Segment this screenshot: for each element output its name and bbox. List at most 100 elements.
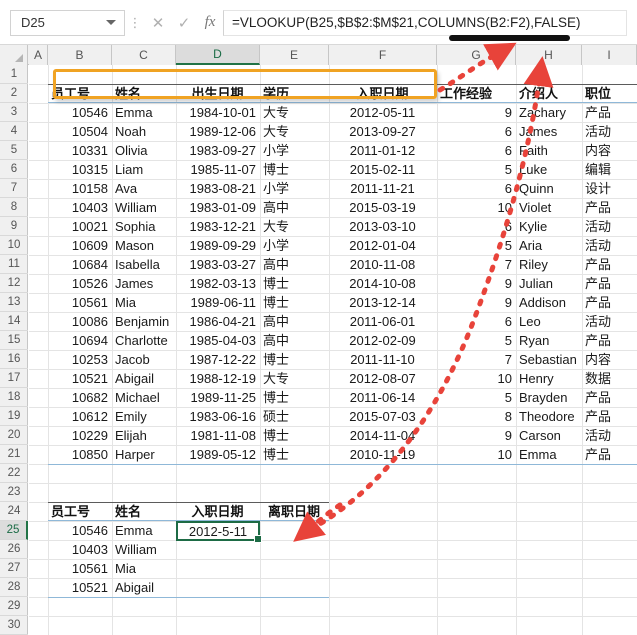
main-cell-pos-12[interactable]: 产品 xyxy=(585,274,633,293)
main-cell-name-20[interactable]: Elijah xyxy=(115,426,172,445)
main-cell-exp-21[interactable]: 10 xyxy=(440,445,512,464)
row-header-9[interactable]: 9 xyxy=(0,217,28,236)
row-header-28[interactable]: 28 xyxy=(0,578,28,597)
main-cell-edu-18[interactable]: 博士 xyxy=(263,388,325,407)
row-header-26[interactable]: 26 xyxy=(0,540,28,559)
column-header-i[interactable]: I xyxy=(582,45,637,65)
main-cell-exp-18[interactable]: 5 xyxy=(440,388,512,407)
main-cell-birth-12[interactable]: 1982-03-13 xyxy=(179,274,256,293)
cell-area[interactable]: 员工号姓名出生日期学历入职日期工作经验介绍人职位10546Emma1984-10… xyxy=(29,65,637,635)
main-cell-ref-9[interactable]: Kylie xyxy=(519,217,578,236)
row-header-13[interactable]: 13 xyxy=(0,293,28,312)
row-header-3[interactable]: 3 xyxy=(0,103,28,122)
main-cell-ref-8[interactable]: Violet xyxy=(519,198,578,217)
main-cell-ref-12[interactable]: Julian xyxy=(519,274,578,293)
main-cell-pos-10[interactable]: 活动 xyxy=(585,236,633,255)
close-icon[interactable]: ✕ xyxy=(145,10,171,36)
lookup-header-0[interactable]: 员工号 xyxy=(51,502,108,521)
name-box[interactable]: D25 xyxy=(10,10,125,36)
row-header-11[interactable]: 11 xyxy=(0,255,28,274)
main-cell-name-7[interactable]: Ava xyxy=(115,179,172,198)
main-cell-id-4[interactable]: 10504 xyxy=(51,122,108,141)
main-cell-edu-4[interactable]: 大专 xyxy=(263,122,325,141)
main-cell-name-9[interactable]: Sophia xyxy=(115,217,172,236)
main-cell-hire-20[interactable]: 2014-11-04 xyxy=(332,426,433,445)
main-cell-ref-16[interactable]: Sebastian xyxy=(519,350,578,369)
main-cell-pos-13[interactable]: 产品 xyxy=(585,293,633,312)
row-header-18[interactable]: 18 xyxy=(0,388,28,407)
main-cell-id-10[interactable]: 10609 xyxy=(51,236,108,255)
main-cell-hire-8[interactable]: 2015-03-19 xyxy=(332,198,433,217)
main-cell-name-21[interactable]: Harper xyxy=(115,445,172,464)
main-cell-pos-19[interactable]: 产品 xyxy=(585,407,633,426)
main-cell-exp-19[interactable]: 8 xyxy=(440,407,512,426)
row-header-7[interactable]: 7 xyxy=(0,179,28,198)
row-header-25[interactable]: 25 xyxy=(0,521,28,540)
row-header-21[interactable]: 21 xyxy=(0,445,28,464)
column-header-d[interactable]: D xyxy=(176,45,260,65)
main-cell-id-18[interactable]: 10682 xyxy=(51,388,108,407)
main-cell-exp-7[interactable]: 6 xyxy=(440,179,512,198)
main-cell-id-3[interactable]: 10546 xyxy=(51,103,108,122)
select-all-corner[interactable] xyxy=(0,45,28,65)
main-cell-hire-16[interactable]: 2011-11-10 xyxy=(332,350,433,369)
main-cell-name-3[interactable]: Emma xyxy=(115,103,172,122)
row-header-29[interactable]: 29 xyxy=(0,597,28,616)
main-cell-edu-6[interactable]: 博士 xyxy=(263,160,325,179)
main-cell-id-6[interactable]: 10315 xyxy=(51,160,108,179)
main-cell-id-9[interactable]: 10021 xyxy=(51,217,108,236)
main-header-2[interactable]: 出生日期 xyxy=(179,84,256,103)
main-cell-name-17[interactable]: Abigail xyxy=(115,369,172,388)
main-cell-birth-14[interactable]: 1986-04-21 xyxy=(179,312,256,331)
main-cell-birth-10[interactable]: 1989-09-29 xyxy=(179,236,256,255)
row-header-14[interactable]: 14 xyxy=(0,312,28,331)
main-cell-name-13[interactable]: Mia xyxy=(115,293,172,312)
row-header-1[interactable]: 1 xyxy=(0,65,28,84)
main-cell-birth-13[interactable]: 1989-06-11 xyxy=(179,293,256,312)
main-cell-ref-3[interactable]: Zachary xyxy=(519,103,578,122)
main-cell-id-11[interactable]: 10684 xyxy=(51,255,108,274)
main-cell-pos-5[interactable]: 内容 xyxy=(585,141,633,160)
main-cell-exp-14[interactable]: 6 xyxy=(440,312,512,331)
main-cell-pos-14[interactable]: 活动 xyxy=(585,312,633,331)
main-header-6[interactable]: 介绍人 xyxy=(519,84,578,103)
main-cell-birth-6[interactable]: 1985-11-07 xyxy=(179,160,256,179)
main-cell-name-6[interactable]: Liam xyxy=(115,160,172,179)
row-header-23[interactable]: 23 xyxy=(0,483,28,502)
row-header-5[interactable]: 5 xyxy=(0,141,28,160)
main-cell-pos-21[interactable]: 产品 xyxy=(585,445,633,464)
main-cell-hire-10[interactable]: 2012-01-04 xyxy=(332,236,433,255)
row-header-15[interactable]: 15 xyxy=(0,331,28,350)
main-cell-id-16[interactable]: 10253 xyxy=(51,350,108,369)
main-cell-exp-15[interactable]: 5 xyxy=(440,331,512,350)
main-cell-ref-10[interactable]: Aria xyxy=(519,236,578,255)
main-cell-birth-4[interactable]: 1989-12-06 xyxy=(179,122,256,141)
row-header-30[interactable]: 30 xyxy=(0,616,28,635)
main-cell-birth-21[interactable]: 1989-05-12 xyxy=(179,445,256,464)
row-header-10[interactable]: 10 xyxy=(0,236,28,255)
main-cell-birth-7[interactable]: 1983-08-21 xyxy=(179,179,256,198)
main-cell-ref-11[interactable]: Riley xyxy=(519,255,578,274)
main-cell-edu-3[interactable]: 大专 xyxy=(263,103,325,122)
main-cell-ref-14[interactable]: Leo xyxy=(519,312,578,331)
column-header-c[interactable]: C xyxy=(112,45,176,65)
main-cell-hire-18[interactable]: 2011-06-14 xyxy=(332,388,433,407)
main-header-7[interactable]: 职位 xyxy=(585,84,633,103)
main-cell-pos-7[interactable]: 设计 xyxy=(585,179,633,198)
main-cell-pos-3[interactable]: 产品 xyxy=(585,103,633,122)
main-cell-hire-12[interactable]: 2014-10-08 xyxy=(332,274,433,293)
main-cell-name-19[interactable]: Emily xyxy=(115,407,172,426)
main-cell-hire-3[interactable]: 2012-05-11 xyxy=(332,103,433,122)
row-header-16[interactable]: 16 xyxy=(0,350,28,369)
main-cell-hire-14[interactable]: 2011-06-01 xyxy=(332,312,433,331)
main-cell-id-12[interactable]: 10526 xyxy=(51,274,108,293)
main-cell-birth-5[interactable]: 1983-09-27 xyxy=(179,141,256,160)
main-header-1[interactable]: 姓名 xyxy=(115,84,172,103)
main-cell-birth-3[interactable]: 1984-10-01 xyxy=(179,103,256,122)
chevron-down-icon[interactable] xyxy=(106,20,116,25)
column-header-g[interactable]: G xyxy=(437,45,516,65)
main-cell-pos-8[interactable]: 产品 xyxy=(585,198,633,217)
main-cell-pos-16[interactable]: 内容 xyxy=(585,350,633,369)
main-cell-edu-11[interactable]: 高中 xyxy=(263,255,325,274)
main-cell-exp-12[interactable]: 9 xyxy=(440,274,512,293)
